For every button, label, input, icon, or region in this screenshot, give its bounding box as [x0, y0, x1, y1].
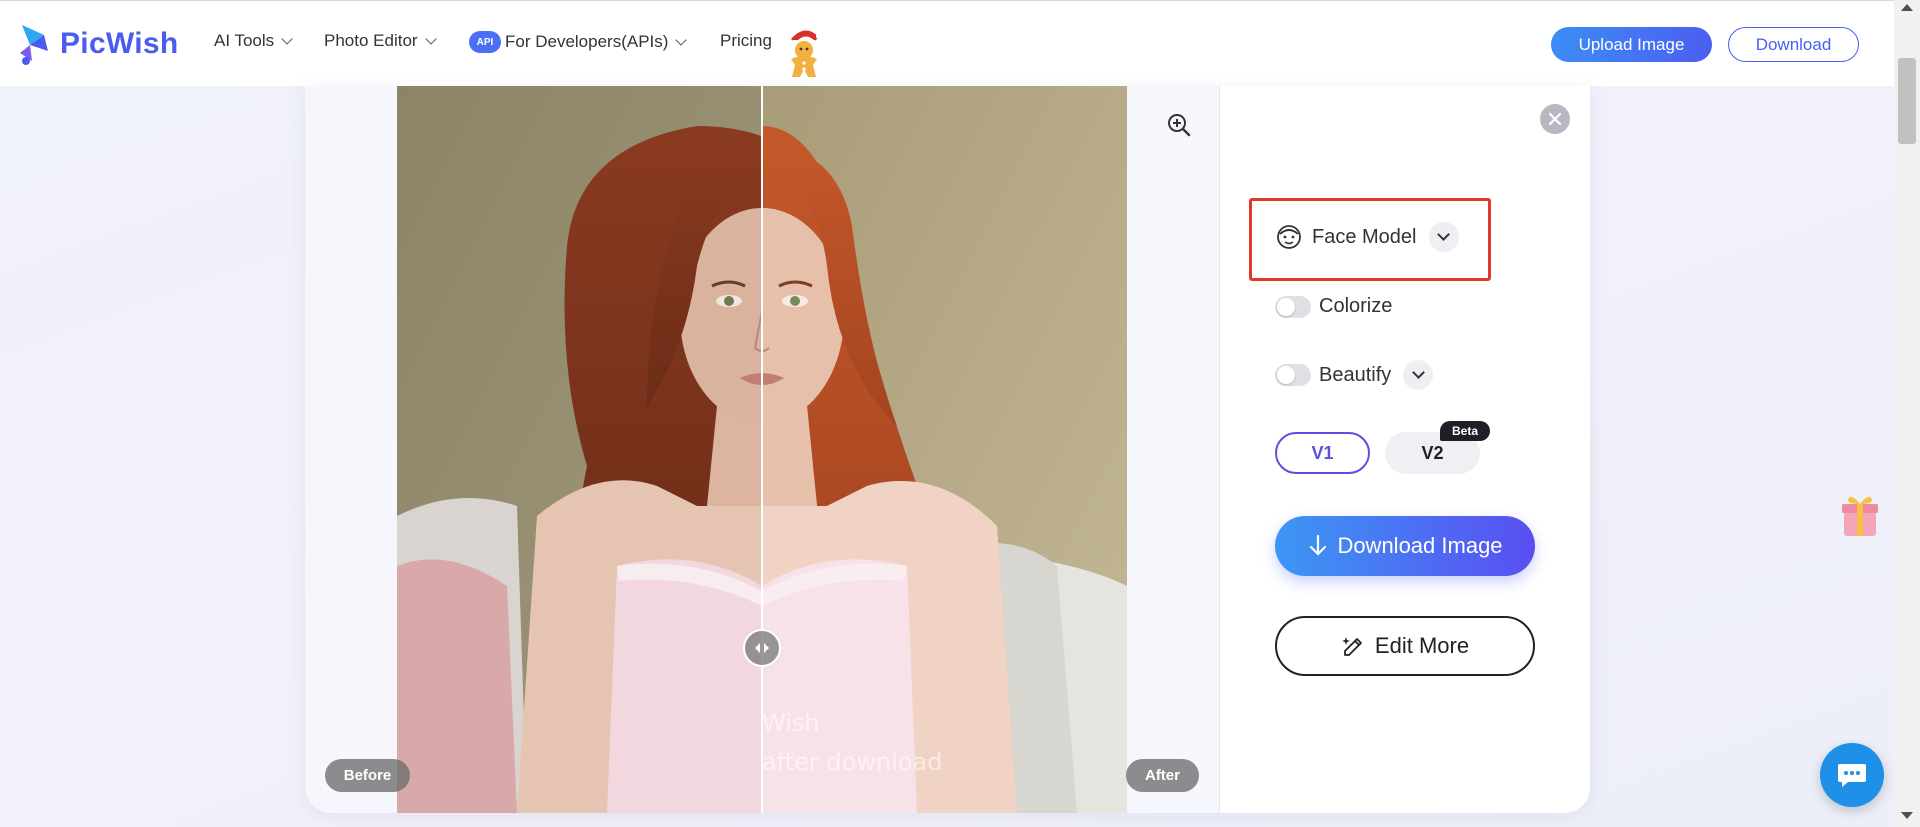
- nav-ai-tools-label: AI Tools: [214, 31, 275, 50]
- brand-name: PicWish: [60, 27, 179, 60]
- edit-more-button[interactable]: Edit More: [1275, 616, 1535, 676]
- portrait-photo: Wish after download: [397, 86, 1127, 813]
- edit-more-label: Edit More: [1374, 633, 1470, 658]
- scrollbar-thumb[interactable]: [1898, 58, 1916, 144]
- chevron-down-icon: [1437, 228, 1450, 241]
- magic-pen-icon: [1341, 637, 1362, 656]
- watermark-line-2: after download: [762, 748, 942, 776]
- compare-divider-line: [761, 86, 763, 813]
- nav-pricing-label: Pricing: [720, 31, 772, 50]
- colorize-row: Colorize: [1275, 295, 1392, 318]
- beautify-dropdown[interactable]: [1403, 360, 1434, 390]
- panel-divider: [1219, 86, 1220, 813]
- nav-photo-editor-label: Photo Editor: [324, 31, 418, 50]
- api-cloud-icon: API: [469, 31, 501, 53]
- picwish-logo-icon: [20, 25, 48, 65]
- beta-badge: Beta: [1440, 421, 1490, 441]
- close-icon: [1548, 112, 1562, 126]
- after-label: After: [1126, 759, 1199, 792]
- download-arrow-icon: [1310, 534, 1327, 556]
- face-icon: [1277, 225, 1301, 249]
- download-button[interactable]: Download: [1728, 27, 1859, 62]
- face-model-selector[interactable]: Face Model: [1276, 222, 1459, 252]
- chevron-down-icon: [675, 33, 688, 46]
- gift-icon[interactable]: [1838, 490, 1882, 538]
- compare-handle-icon[interactable]: [743, 629, 781, 667]
- nav-photo-editor[interactable]: Photo Editor: [324, 31, 437, 51]
- nav-developers[interactable]: API For Developers(APIs): [469, 31, 688, 53]
- gingerbread-icon: [791, 30, 824, 77]
- zoom-in-icon[interactable]: [1164, 110, 1194, 140]
- chevron-down-icon: [1411, 366, 1425, 379]
- chat-support-button[interactable]: [1820, 743, 1884, 807]
- nav-ai-tools[interactable]: AI Tools: [214, 31, 293, 51]
- brand-logo[interactable]: PicWish: [18, 21, 179, 67]
- download-image-label: Download Image: [1337, 533, 1503, 558]
- before-label: Before: [325, 759, 410, 792]
- nav-developers-label: For Developers(APIs): [505, 32, 669, 51]
- image-comparison-viewer[interactable]: Wish after download: [397, 86, 1127, 813]
- scroll-down-arrow-icon[interactable]: [1901, 812, 1913, 819]
- close-button[interactable]: [1540, 104, 1570, 134]
- chat-icon: [1838, 764, 1866, 787]
- chevron-down-icon: [281, 32, 293, 45]
- beautify-toggle[interactable]: [1275, 364, 1311, 386]
- beautify-label: Beautify: [1319, 363, 1392, 386]
- beautify-row: Beautify: [1275, 360, 1434, 390]
- colorize-label: Colorize: [1319, 295, 1393, 317]
- colorize-toggle[interactable]: [1275, 295, 1311, 318]
- chevron-down-icon: [424, 32, 437, 45]
- watermark-line-1: Wish: [762, 709, 820, 737]
- top-navigation-bar: PicWish AI Tools Photo Editor API For De…: [0, 0, 1894, 86]
- face-model-label: Face Model: [1312, 225, 1417, 248]
- upload-image-button[interactable]: Upload Image: [1551, 27, 1712, 62]
- nav-pricing[interactable]: Pricing: [720, 31, 772, 51]
- scroll-up-arrow-icon[interactable]: [1901, 4, 1913, 11]
- download-image-button[interactable]: Download Image: [1275, 516, 1535, 576]
- version-v1-button[interactable]: V1: [1275, 432, 1370, 474]
- face-model-dropdown[interactable]: [1428, 222, 1459, 252]
